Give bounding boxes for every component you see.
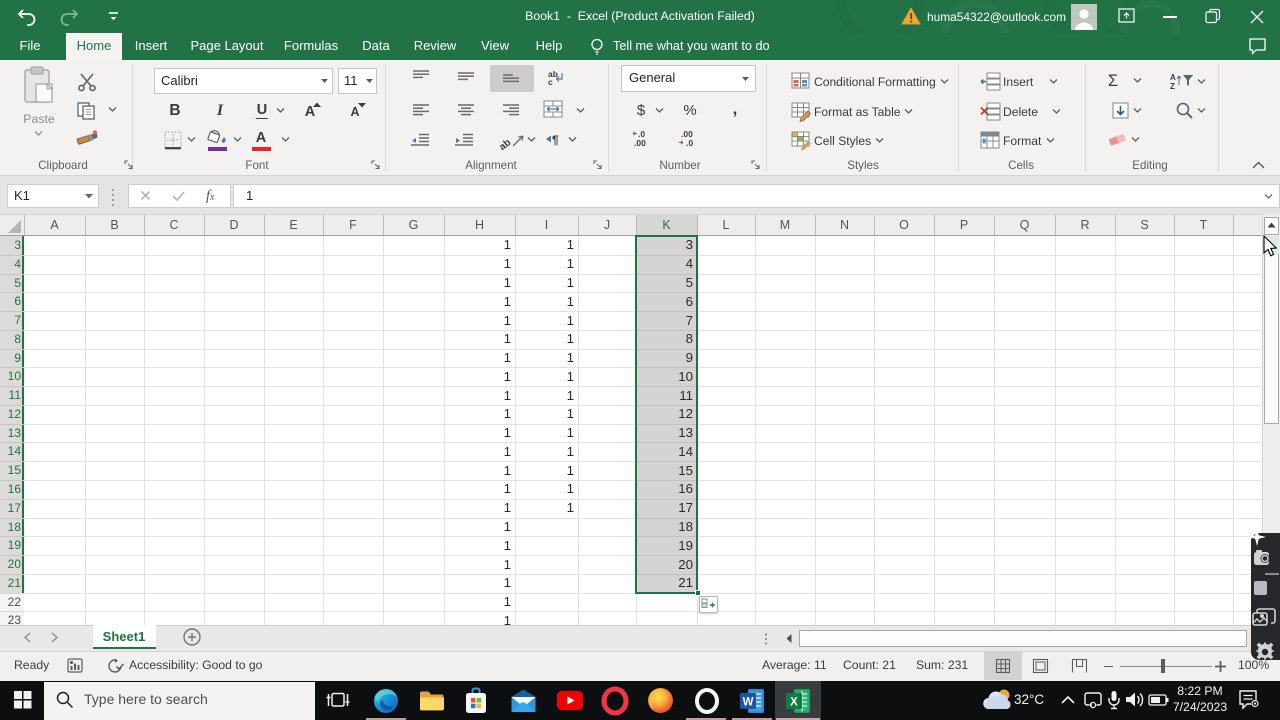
svg-text:c: c	[548, 77, 553, 87]
svg-text:X: X	[790, 696, 798, 708]
svg-text:A: A	[1170, 73, 1176, 82]
svg-text:W: W	[743, 696, 754, 708]
svg-text:.00: .00	[634, 138, 646, 148]
svg-text:ab: ab	[497, 137, 513, 153]
svg-text:¶: ¶	[552, 133, 559, 147]
svg-text:.0: .0	[686, 138, 693, 148]
svg-text:Z: Z	[1170, 82, 1175, 91]
